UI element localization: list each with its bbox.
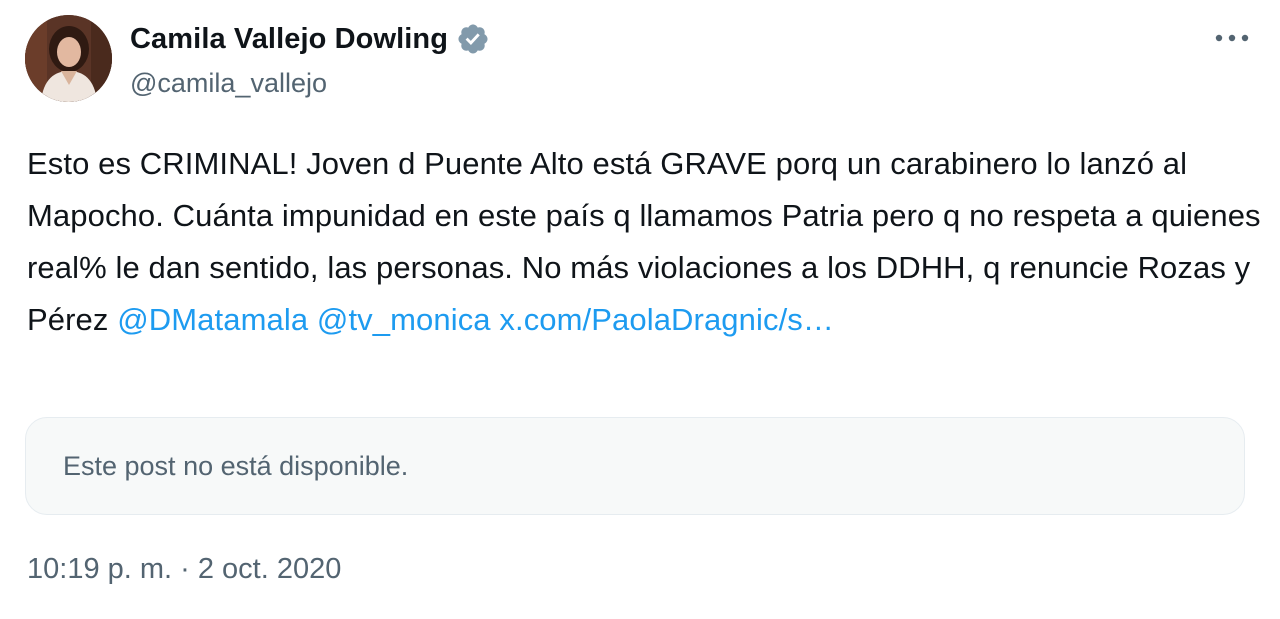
unavailable-message: Este post no está disponible. [63,450,409,481]
tweet-header: Camila Vallejo Dowling @camila_vallejo [130,18,1250,108]
author-display-name[interactable]: Camila Vallejo Dowling [130,23,448,56]
tweet-timestamp[interactable]: 10:19 p. m. · 2 oct. 2020 [27,553,341,586]
author-handle[interactable]: @camila_vallejo [130,68,1250,99]
tweet-url-link[interactable]: x.com/PaolaDragnic/s… [499,302,834,337]
quoted-post-unavailable: Este post no está disponible. [25,417,1245,515]
avatar[interactable] [25,15,112,102]
more-options-button[interactable] [1210,24,1254,52]
text-spacer [308,302,317,337]
avatar-photo [25,15,112,102]
mention-tv-monica[interactable]: @tv_monica [317,302,491,337]
mention-dmatamala[interactable]: @DMatamala [117,302,308,337]
more-horizontal-icon [1215,34,1249,42]
verified-badge-icon[interactable] [456,22,490,56]
tweet-text: Esto es CRIMINAL! Joven d Puente Alto es… [27,138,1267,346]
